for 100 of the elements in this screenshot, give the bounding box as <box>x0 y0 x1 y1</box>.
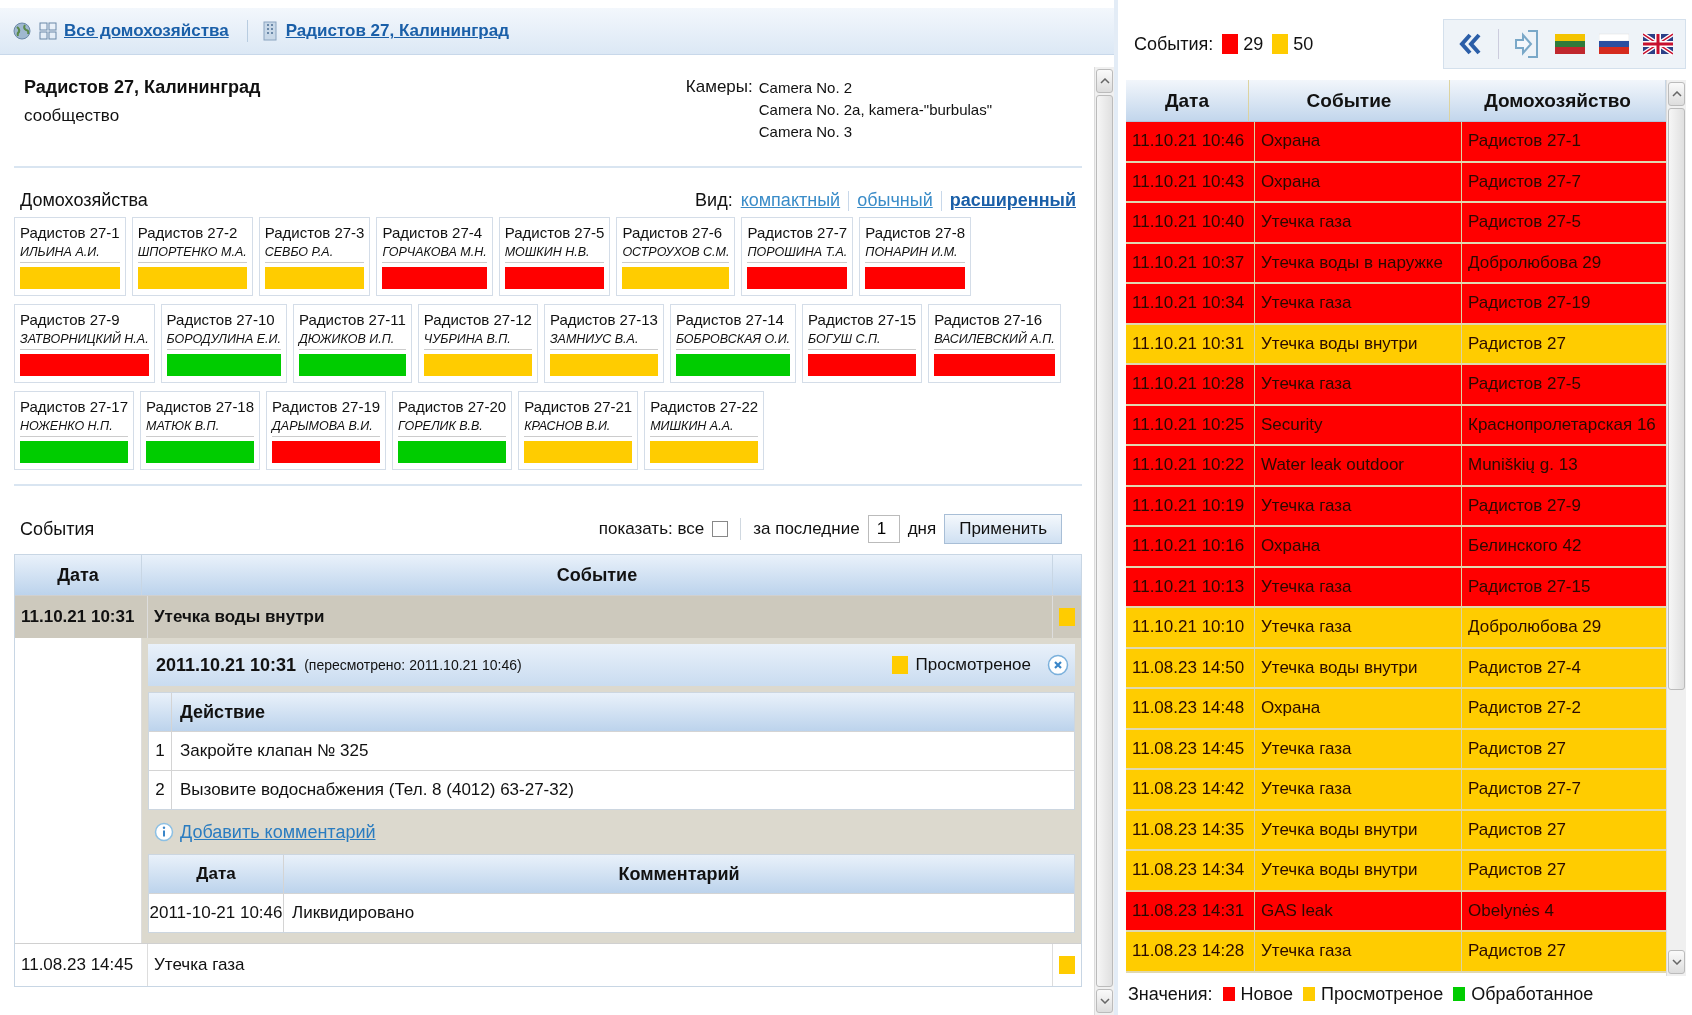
event-row[interactable]: 11.08.23 14:34 Утечка воды внутри Радистов 27 <box>1126 851 1666 892</box>
flag-icon[interactable] <box>1599 31 1629 57</box>
community-type: сообщество <box>24 106 121 126</box>
scrollbar[interactable] <box>1094 67 1114 1015</box>
household-card[interactable]: Радистов 27-19 ДАРЫМОВА В.И. <box>266 391 387 470</box>
scroll-up-icon <box>1671 91 1682 97</box>
event-row[interactable]: 11.10.21 10:28 Утечка газа Радистов 27-5 <box>1126 365 1666 406</box>
household-name: Радистов 27-13 <box>549 311 658 328</box>
table-cell: Утечка газа <box>1255 567 1462 606</box>
owner-name: ПОНАРИН И.М. <box>865 245 966 263</box>
view-link[interactable]: расширенный <box>949 190 1076 211</box>
household-card[interactable]: Радистов 27-22 МИШКИН А.А. <box>644 391 765 470</box>
table-cell: Охрана <box>1255 162 1462 201</box>
event-row[interactable]: 11.10.21 10:31 Утечка воды внутри Радистов 27 <box>1126 324 1666 365</box>
household-card[interactable]: Радистов 27-10 БОРОДУЛИНА Е.И. <box>160 304 287 383</box>
flag-icon[interactable] <box>1555 31 1585 57</box>
owner-name: ИЛЬИНА А.И. <box>20 245 120 263</box>
event-row[interactable]: 11.10.21 10:16 Охрана Белинского 42 <box>1126 527 1666 568</box>
owner-name: ДАРЫМОВА В.И. <box>272 419 381 437</box>
household-card[interactable]: Радистов 27-12 ЧУБРИНА В.П. <box>417 304 538 383</box>
legend-label: Значения: <box>1128 983 1213 1005</box>
household-card[interactable]: Радистов 27-13 ЗАМНИУС В.А. <box>543 304 664 383</box>
household-card[interactable]: Радистов 27-3 СЕВБО Р.А. <box>258 217 371 296</box>
owner-name: ГОРЕЛИК В.В. <box>398 419 507 437</box>
event-row[interactable]: 11.08.23 14:42 Утечка газа Радистов 27-7 <box>1126 770 1666 811</box>
table-cell-text: Радистов 27-2 <box>1467 697 1582 720</box>
table-cell: 11.10.21 10:16 <box>1126 527 1255 566</box>
household-card[interactable]: Радистов 27-11 ДЮЖИКОВ И.П. <box>292 304 412 383</box>
household-name: Радистов 27-18 <box>146 398 255 415</box>
event-row[interactable]: 11.10.21 10:40 Утечка газа Радистов 27-5 <box>1126 203 1666 244</box>
household-name: Радистов 27-2 <box>137 224 239 241</box>
household-card[interactable]: Радистов 27-21 КРАСНОВ В.И. <box>518 391 639 470</box>
table-cell-text: Радистов 27-15 <box>1467 575 1592 598</box>
table-cell: 11.10.21 10:13 <box>1126 567 1255 606</box>
event-row[interactable]: 11.10.21 10:10 Утечка газа Добролюбова 29 <box>1126 608 1666 649</box>
household-card[interactable]: Радистов 27-20 ГОРЕЛИК В.В. <box>392 391 513 470</box>
community-title: Радистов 27, Калининград <box>24 77 261 98</box>
flag-icon[interactable] <box>1643 31 1673 57</box>
table-cell: 11.08.23 14:45 <box>15 944 148 986</box>
event-row[interactable]: 11.08.23 14:45 Утечка газа <box>15 943 1081 986</box>
event-row[interactable]: 11.10.21 10:13 Утечка газа Радистов 27-15 <box>1126 567 1666 608</box>
event-row[interactable]: 11.08.23 14:48 Охрана Радистов 27-2 <box>1126 689 1666 730</box>
column-header: Дата <box>149 855 284 893</box>
scrollbar[interactable] <box>1666 80 1686 976</box>
event-row[interactable]: 11.10.21 10:31 Утечка воды внутри <box>15 595 1081 638</box>
breadcrumb-link[interactable]: Радистов 27, Калининград <box>285 21 509 41</box>
table-cell-text: Радистов 27-4 <box>1467 656 1582 679</box>
table-cell: GAS leak <box>1255 891 1462 930</box>
household-card[interactable]: Радистов 27-8 ПОНАРИН И.М. <box>859 217 972 296</box>
owner-name: МАТЮК В.П. <box>146 419 255 437</box>
camera-name: Camera No. 3 <box>758 123 854 140</box>
scroll-down-icon <box>1671 959 1682 965</box>
event-row[interactable]: 11.10.21 10:25 Security Краснопролетарская 16 <box>1126 405 1666 446</box>
event-count: 29 <box>1243 33 1264 55</box>
household-card[interactable]: Радистов 27-9 ЗАТВОРНИЦКИЙ Н.А. <box>14 304 155 383</box>
household-card[interactable]: Радистов 27-6 ОСТРОУХОВ С.М. <box>616 217 736 296</box>
view-link[interactable]: обычный <box>857 190 933 211</box>
household-name: Радистов 27-4 <box>382 224 484 241</box>
household-card[interactable]: Радистов 27-1 ИЛЬИНА А.И. <box>14 217 126 296</box>
view-link[interactable]: компактный <box>740 190 841 211</box>
event-row[interactable]: 11.08.23 14:35 Утечка воды внутри Радистов 27 <box>1126 810 1666 851</box>
event-row[interactable]: 11.08.23 14:50 Утечка воды внутри Радистов 27-4 <box>1126 648 1666 689</box>
household-card[interactable]: Радистов 27-5 МОШКИН Н.В. <box>498 217 611 296</box>
days-input[interactable]: 1 <box>867 515 900 543</box>
household-name: Радистов 27-1 <box>20 224 120 241</box>
owner-name: ОСТРОУХОВ С.М. <box>622 245 730 263</box>
view-label: Вид: <box>695 190 733 211</box>
event-row[interactable]: 11.10.21 10:43 Охрана Радистов 27-7 <box>1126 162 1666 203</box>
owner-name: ЗАТВОРНИЦКИЙ Н.А. <box>20 332 149 350</box>
breadcrumb-link[interactable]: Все домохозяйства <box>64 21 229 41</box>
event-row[interactable]: 11.10.21 10:37 Утечка воды в наружке Добролюбова 29 <box>1126 243 1666 284</box>
owner-name: ДЮЖИКОВ И.П. <box>298 332 406 350</box>
show-all-checkbox[interactable] <box>712 521 729 537</box>
event-row[interactable]: 11.10.21 10:46 Охрана Радистов 27-1 <box>1126 122 1666 163</box>
event-row[interactable]: 11.08.23 14:31 GAS leak Obelynės 4 <box>1126 891 1666 932</box>
owner-name: КРАСНОВ В.И. <box>524 419 633 437</box>
household-card[interactable]: Радистов 27-15 БОГУШ С.П. <box>802 304 923 383</box>
event-row[interactable]: 11.10.21 10:19 Утечка газа Радистов 27-9 <box>1126 486 1666 527</box>
event-row[interactable]: 11.10.21 10:22 Water leak outdoor Muniškių g. 13 <box>1126 446 1666 487</box>
logout-icon[interactable] <box>1513 28 1541 60</box>
column-header: Дата <box>1126 80 1249 121</box>
owner-name: ШПОРТЕНКО М.А. <box>137 245 247 263</box>
event-row[interactable]: 11.08.23 14:45 Утечка газа Радистов 27 <box>1126 729 1666 770</box>
close-icon[interactable] <box>1047 654 1069 676</box>
household-card[interactable]: Радистов 27-17 НОЖЕНКО Н.П. <box>14 391 135 470</box>
table-cell: Утечка воды внутри <box>1255 851 1462 890</box>
household-name: Радистов 27-10 <box>166 311 276 328</box>
household-card[interactable]: Радистов 27-18 МАТЮК В.П. <box>140 391 261 470</box>
table-cell: Охрана <box>1255 122 1462 161</box>
event-row[interactable]: 11.10.21 10:34 Утечка газа Радистов 27-19 <box>1126 284 1666 325</box>
household-card[interactable]: Радистов 27-14 БОБРОВСКАЯ О.И. <box>669 304 797 383</box>
owner-name: МОШКИН Н.В. <box>504 245 605 263</box>
event-row[interactable]: 11.08.23 14:28 Утечка газа Радистов 27 <box>1126 932 1666 973</box>
household-card[interactable]: Радистов 27-2 ШПОРТЕНКО М.А. <box>131 217 253 296</box>
apply-button[interactable]: Применить <box>944 514 1062 544</box>
table-cell: 2011-10-21 10:46 <box>149 894 284 932</box>
household-card[interactable]: Радистов 27-7 ПОРОШИНА Т.А. <box>741 217 854 296</box>
household-card[interactable]: Радистов 27-16 ВАСИЛЕВСКИЙ А.П. <box>928 304 1061 383</box>
household-card[interactable]: Радистов 27-4 ГОРЧАКОВА М.Н. <box>376 217 493 296</box>
table-cell-text: Добролюбова 29 <box>1467 251 1603 274</box>
